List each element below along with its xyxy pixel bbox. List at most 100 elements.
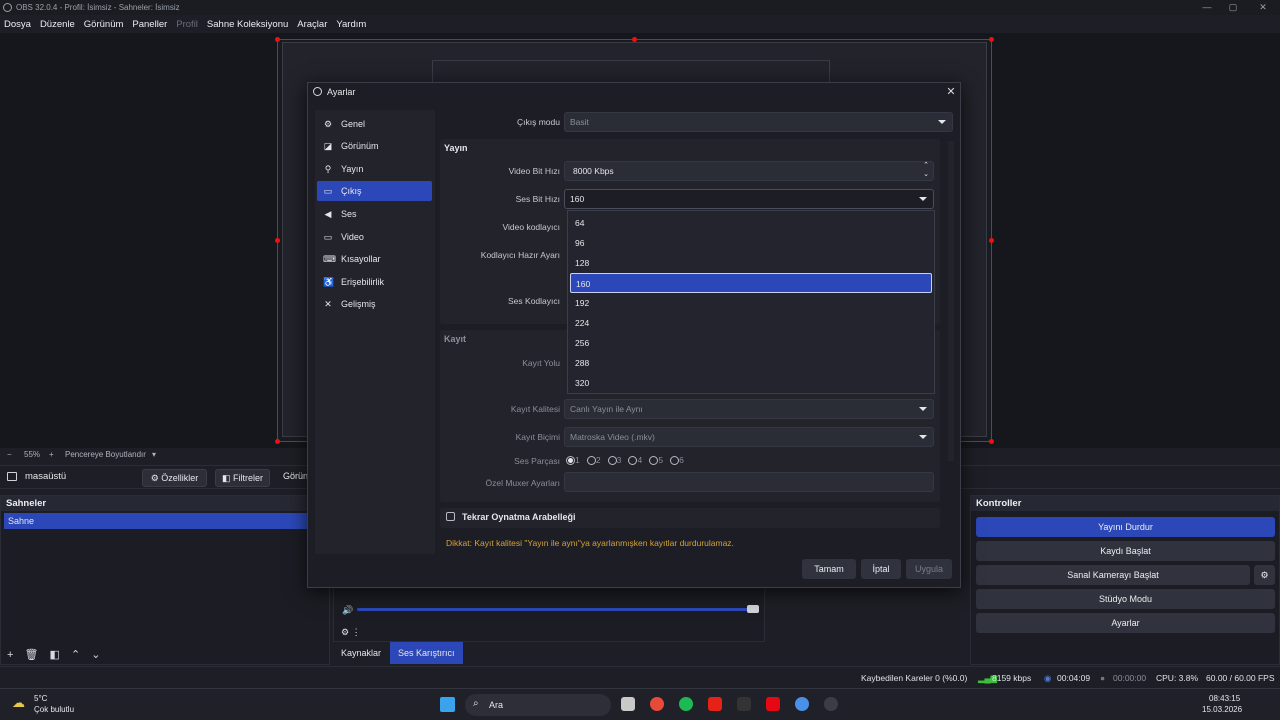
controls-title: Kontroller xyxy=(971,496,1279,511)
mixer-settings-icon[interactable]: ⚙ ⋮ xyxy=(341,627,361,638)
cancel-button[interactable]: İptal xyxy=(861,559,901,579)
menu-sahne-koleksiyonu[interactable]: Sahne Koleksiyonu xyxy=(207,19,288,30)
menu-araclar[interactable]: Araçlar xyxy=(297,19,327,30)
filters-button[interactable]: ◧ Filtreler xyxy=(215,469,270,487)
close-icon[interactable]: ✕ xyxy=(944,85,958,99)
zoom-out-icon[interactable]: − xyxy=(7,448,12,462)
audio-bitrate-select[interactable]: 160 xyxy=(564,189,934,209)
audio-track-radio[interactable] xyxy=(607,456,617,466)
audio-track-radio[interactable] xyxy=(670,456,680,466)
move-down-icon[interactable]: ⌄ xyxy=(91,649,100,661)
clock-time: 08:43:15 xyxy=(1209,694,1241,703)
add-scene-icon[interactable]: + xyxy=(7,649,13,661)
sidebar-item-video[interactable]: ▭ Video xyxy=(317,227,432,247)
volume-slider-handle[interactable] xyxy=(747,605,759,613)
sidebar-item-cikis[interactable]: ▭ Çıkış xyxy=(317,181,432,201)
dropdown-option[interactable]: 320 xyxy=(568,373,934,393)
file-explorer-icon[interactable] xyxy=(621,697,635,711)
appearance-icon: ◪ xyxy=(323,141,333,151)
move-up-icon[interactable]: ⌃ xyxy=(71,649,80,661)
zoom-in-icon[interactable]: + xyxy=(49,448,54,462)
menu-yardim[interactable]: Yardım xyxy=(336,19,366,30)
close-window-icon[interactable]: ✕ xyxy=(1250,0,1276,15)
rec-quality-label: Kayıt Kalitesi xyxy=(510,404,560,414)
scene-item[interactable]: Sahne xyxy=(4,513,308,529)
volume-icon[interactable]: 🔊 xyxy=(342,605,353,616)
obs-logo-icon xyxy=(3,3,12,12)
filter-icon[interactable]: ◧ xyxy=(50,649,60,661)
dropdown-option[interactable]: 128 xyxy=(568,253,934,273)
resize-handle[interactable] xyxy=(989,439,994,444)
menu-dosya[interactable]: Dosya xyxy=(4,19,31,30)
audio-track-radio[interactable] xyxy=(566,456,575,466)
resize-handle[interactable] xyxy=(275,37,280,42)
start-virtual-camera-button[interactable]: Sanal Kamerayı Başlat xyxy=(976,565,1250,585)
start-recording-button[interactable]: Kaydı Başlat xyxy=(976,541,1275,561)
menu-profil[interactable]: Profil xyxy=(176,19,198,30)
settings-button[interactable]: Ayarlar xyxy=(976,613,1275,633)
ok-button[interactable]: Tamam xyxy=(802,559,856,579)
replay-buffer-label: Tekrar Oynatma Arabelleği xyxy=(462,512,576,522)
youtube-icon[interactable] xyxy=(708,697,722,711)
resize-handle[interactable] xyxy=(632,37,637,42)
tab-ses-karistirici[interactable]: Ses Karıştırıcı xyxy=(390,642,463,664)
video-bitrate-input[interactable]: 8000 Kbps ⌃ ⌄ xyxy=(564,161,934,181)
dropdown-option[interactable]: 224 xyxy=(568,313,934,333)
apply-button[interactable]: Uygula xyxy=(906,559,952,579)
windows-start-icon[interactable] xyxy=(440,697,455,712)
taskbar-search[interactable]: ⌕ Ara xyxy=(465,694,611,716)
sidebar-item-gelismis[interactable]: ✕ Gelişmiş xyxy=(317,294,432,314)
chrome-icon[interactable] xyxy=(795,697,809,711)
sidebar-item-genel[interactable]: ⚙ Genel xyxy=(317,114,432,134)
maximize-icon[interactable]: ▢ xyxy=(1220,0,1246,15)
sidebar-item-kisayollar[interactable]: ⌨ Kısayollar xyxy=(317,249,432,269)
menu-paneller[interactable]: Paneller xyxy=(132,19,167,30)
audio-track-radio[interactable] xyxy=(586,456,596,466)
resize-handle[interactable] xyxy=(989,238,994,243)
tab-kaynaklar[interactable]: Kaynaklar xyxy=(333,642,389,664)
chrome-icon[interactable] xyxy=(650,697,664,711)
apple-tv-icon[interactable] xyxy=(737,697,751,711)
minimize-icon[interactable]: — xyxy=(1194,0,1220,15)
dropdown-option[interactable]: 96 xyxy=(568,233,934,253)
studio-mode-button[interactable]: Stüdyo Modu xyxy=(976,589,1275,609)
rec-format-select[interactable]: Matroska Video (.mkv) xyxy=(564,427,934,447)
trash-icon[interactable]: 🗑 xyxy=(25,649,39,661)
window-titlebar: OBS 32.0.4 - Profil: İsimsiz - Sahneler:… xyxy=(0,0,1280,15)
stepper-icon[interactable]: ⌃ ⌄ xyxy=(923,161,929,179)
netflix-icon[interactable] xyxy=(766,697,780,711)
rec-quality-select[interactable]: Canlı Yayın ile Aynı xyxy=(564,399,934,419)
more-button[interactable]: Görün xyxy=(283,471,308,481)
stop-stream-button[interactable]: Yayını Durdur xyxy=(976,517,1275,537)
stream-icon: ◉ xyxy=(1044,673,1052,683)
sidebar-item-erisebilirlik[interactable]: ♿ Erişebilirlik xyxy=(317,272,432,292)
muxer-input[interactable] xyxy=(564,472,934,492)
resize-handle[interactable] xyxy=(275,439,280,444)
volume-slider[interactable] xyxy=(357,608,752,611)
obs-taskbar-icon[interactable] xyxy=(824,697,838,711)
replay-buffer-checkbox[interactable] xyxy=(446,512,455,521)
settings-dialog: Ayarlar ✕ ⚙ Genel ◪ Görünüm ⚲ Yayın ▭ Çıkış … xyxy=(307,82,961,588)
dropdown-option[interactable]: 256 xyxy=(568,333,934,353)
zoom-mode[interactable]: Pencereye Boyutlandır xyxy=(65,448,146,462)
dropdown-option[interactable]: 288 xyxy=(568,353,934,373)
scrollbar[interactable] xyxy=(948,141,954,461)
sidebar-item-gorunum[interactable]: ◪ Görünüm xyxy=(317,136,432,156)
menu-duzenle[interactable]: Düzenle xyxy=(40,19,75,30)
cpu-usage: CPU: 3.8% xyxy=(1156,673,1199,683)
resize-handle[interactable] xyxy=(989,37,994,42)
dropdown-option[interactable]: 192 xyxy=(568,293,934,313)
menu-gorunum[interactable]: Görünüm xyxy=(84,19,124,30)
output-mode-select[interactable]: Basit xyxy=(564,112,953,132)
dropdown-option[interactable]: 64 xyxy=(568,213,934,233)
chevron-down-icon[interactable]: ▾ xyxy=(152,448,156,462)
audio-track-radio[interactable] xyxy=(649,456,659,466)
spotify-icon[interactable] xyxy=(679,697,693,711)
resize-handle[interactable] xyxy=(275,238,280,243)
audio-track-radios: 1 2 3 4 5 6 xyxy=(566,455,684,466)
virtual-camera-settings-icon[interactable]: ⚙ xyxy=(1254,565,1275,585)
sidebar-item-ses[interactable]: ◀ Ses xyxy=(317,204,432,224)
dropdown-option-selected[interactable]: 160 xyxy=(570,273,932,293)
properties-button[interactable]: ⚙ Özellikler xyxy=(142,469,207,487)
sidebar-item-yayin[interactable]: ⚲ Yayın xyxy=(317,159,432,179)
